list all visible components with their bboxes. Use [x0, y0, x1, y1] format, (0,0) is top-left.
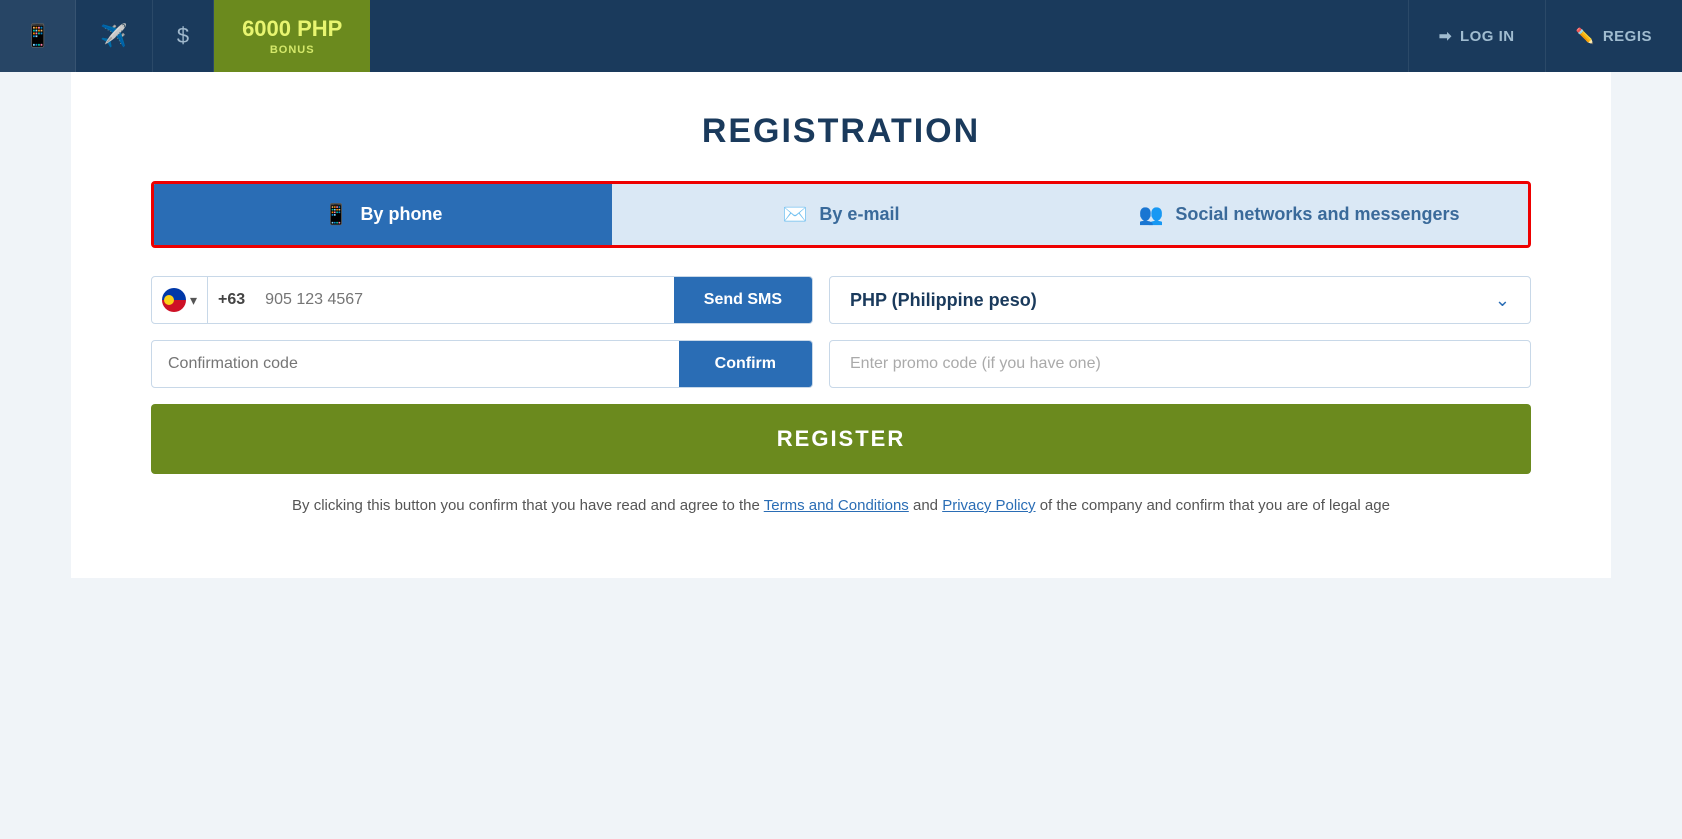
terms-text: By clicking this button you confirm that… [151, 494, 1531, 518]
phone-tab-icon: 📱 [324, 202, 349, 227]
tab-social[interactable]: 👥 Social networks and messengers [1070, 184, 1528, 245]
page-title: REGISTRATION [151, 112, 1531, 151]
confirmation-code-input[interactable] [152, 341, 679, 387]
phone-input[interactable] [255, 277, 674, 323]
ph-flag [162, 288, 186, 312]
tab-phone[interactable]: 📱 By phone [154, 184, 612, 245]
confirmation-input-group: Confirm [151, 340, 813, 388]
nav-telegram-icon[interactable]: ✈️ [76, 0, 152, 72]
country-selector[interactable]: ▾ [152, 277, 208, 323]
nav-mobile-icon[interactable]: 📱 [0, 0, 76, 72]
terms-link[interactable]: Terms and Conditions [764, 497, 909, 514]
confirmation-promo-row: Confirm [151, 340, 1531, 388]
social-tab-icon: 👥 [1138, 202, 1163, 227]
chevron-down-icon: ⌄ [1495, 290, 1510, 311]
promo-code-input[interactable] [829, 340, 1531, 388]
confirm-button[interactable]: Confirm [679, 341, 812, 387]
privacy-link[interactable]: Privacy Policy [942, 497, 1035, 514]
register-nav-button[interactable]: ✏️ REGIS [1545, 0, 1682, 72]
email-tab-icon: ✉️ [783, 202, 808, 227]
register-button[interactable]: REGISTER [151, 404, 1531, 474]
registration-tabs: 📱 By phone ✉️ By e-mail 👥 Social network… [151, 181, 1531, 248]
nav-spacer [370, 0, 1408, 72]
tab-email[interactable]: ✉️ By e-mail [612, 184, 1070, 245]
phone-currency-row: ▾ +63 Send SMS PHP (Philippine peso) ⌄ [151, 276, 1531, 324]
nav-money-icon[interactable]: $ [153, 0, 214, 72]
send-sms-button[interactable]: Send SMS [674, 277, 812, 323]
nav-right: ➡ LOG IN ✏️ REGIS [1408, 0, 1682, 72]
phone-input-group: ▾ +63 Send SMS [151, 276, 813, 324]
currency-dropdown[interactable]: PHP (Philippine peso) ⌄ [829, 276, 1531, 324]
main-content: REGISTRATION 📱 By phone ✉️ By e-mail 👥 S… [71, 72, 1611, 578]
phone-code: +63 [208, 277, 255, 323]
top-nav: 📱 ✈️ $ 6000 PHP BONUS ➡ LOG IN ✏️ REGIS [0, 0, 1682, 72]
login-button[interactable]: ➡ LOG IN [1408, 0, 1545, 72]
nav-bonus[interactable]: 6000 PHP BONUS [214, 0, 370, 72]
currency-label: PHP (Philippine peso) [850, 290, 1037, 311]
